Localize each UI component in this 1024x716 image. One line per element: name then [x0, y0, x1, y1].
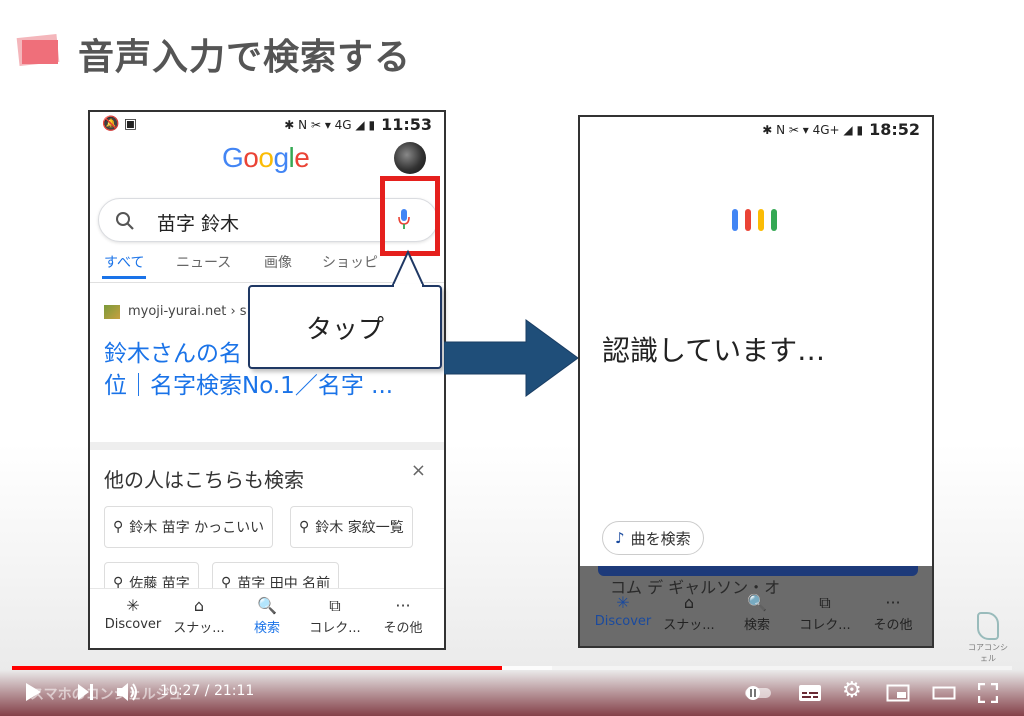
voice-activity-icon [732, 209, 777, 231]
dimmed-background: コム デ ギャルソン・オ ✳ Discover ⌂ スナッ... 🔍 検索 ⧉ … [580, 566, 932, 646]
status-icons: ✱ N ✂ ▾ 4G ◢ ▮ [284, 117, 376, 132]
video-frame[interactable]: 音声入力で検索する 🔕 ▣ ✱ N ✂ ▾ 4G ◢ ▮ 11:53 Googl… [0, 0, 1024, 716]
search-icon: ⚲ [113, 519, 124, 535]
nav-snapshot[interactable]: ⌂ スナッ... [164, 596, 234, 637]
nav-search[interactable]: 🔍 検索 [232, 596, 302, 637]
logo-icon [977, 612, 999, 640]
status-right: ✱ N ✂ ▾ 4G+ ◢ ▮ 18:52 [762, 120, 920, 139]
settings-gear-icon[interactable]: ⚙ [842, 679, 862, 703]
discover-icon: ✳ [616, 593, 630, 612]
nav-label: Discover [104, 617, 162, 632]
search-query: 苗字 鈴木 [157, 213, 240, 235]
song-chip-label: 曲を検索 [630, 529, 691, 548]
more-icon: ··· [885, 593, 901, 612]
mic-highlight-box [380, 176, 440, 256]
discover-icon: ✳ [126, 596, 140, 615]
chip-label: 鈴木 苗字 かっこいい [129, 520, 265, 536]
related-search-chip[interactable]: ⚲ 鈴木 苗字 かっこいい [104, 506, 274, 548]
nav-label: 検索 [743, 618, 770, 633]
tab-all[interactable]: すべて [104, 252, 144, 272]
nav-label: 検索 [253, 621, 280, 636]
search-tabs: すべて ニュース 画像 ショッピ [90, 252, 444, 279]
section-separator [90, 442, 444, 450]
status-time: 18:52 [869, 120, 920, 139]
snapshot-icon: ⌂ [193, 596, 205, 615]
player-controls: スマホのコンシェルジュ 10:27 / 21:11 ⚙ [0, 670, 1024, 716]
voice-dot [732, 209, 738, 231]
status-time: 11:53 [381, 115, 432, 134]
phone-screenshot-search: 🔕 ▣ ✱ N ✂ ▾ 4G ◢ ▮ 11:53 Google 苗字 鈴木 すべ… [88, 110, 446, 650]
result-source[interactable]: myoji-yurai.net › s [104, 304, 247, 319]
avatar[interactable] [394, 142, 426, 174]
collections-icon: ⧉ [819, 593, 831, 612]
divider [90, 282, 444, 283]
nav-label: スナッ... [173, 621, 225, 636]
chip-label: 鈴木 家紋一覧 [315, 520, 404, 536]
tab-images[interactable]: 画像 [264, 252, 292, 272]
close-icon[interactable]: × [411, 460, 426, 481]
search-icon: 🔍 [747, 593, 767, 612]
nav-label: スナッ... [663, 618, 715, 633]
nav-more[interactable]: ··· その他 [858, 593, 928, 634]
watermark-text: コアコンシェル [968, 643, 1008, 663]
fullscreen-icon[interactable] [978, 683, 998, 703]
related-searches-title: 他の人はこちらも検索 [104, 468, 304, 492]
nav-discover[interactable]: ✳ Discover [588, 593, 658, 630]
status-icons: ✱ N ✂ ▾ 4G+ ◢ ▮ [762, 122, 864, 137]
autoplay-toggle-icon[interactable] [744, 685, 772, 701]
miniplayer-icon[interactable] [886, 684, 910, 702]
right-arrow-icon [444, 319, 579, 397]
tab-shopping[interactable]: ショッピ [322, 252, 378, 272]
nav-snapshot[interactable]: ⌂ スナッ... [654, 593, 724, 634]
nav-label: その他 [873, 618, 913, 633]
nav-label: コレク... [309, 621, 361, 636]
voice-dot [771, 209, 777, 231]
status-left-icons: 🔕 ▣ [102, 116, 138, 132]
slide-title: 音声入力で検索する [78, 37, 412, 78]
site-favicon-icon [104, 304, 120, 319]
subtitles-icon[interactable] [798, 684, 822, 702]
channel-watermark[interactable]: コアコンシェル [966, 612, 1010, 663]
nav-label: コレク... [799, 618, 851, 633]
nav-discover[interactable]: ✳ Discover [98, 596, 168, 633]
bottom-navigation: ✳ Discover ⌂ スナッ... 🔍 検索 ⧉ コレク... ··· その… [90, 588, 444, 648]
related-search-chip[interactable]: ⚲ 鈴木 家紋一覧 [290, 506, 413, 548]
collections-icon: ⧉ [329, 596, 341, 615]
voice-dot [758, 209, 764, 231]
tab-news[interactable]: ニュース [176, 252, 231, 272]
nav-label: Discover [594, 614, 652, 629]
result-url: myoji-yurai.net › s [128, 304, 247, 319]
google-logo: Google [222, 142, 310, 173]
volume-icon[interactable] [116, 681, 140, 703]
voice-dot [745, 209, 751, 231]
nav-search[interactable]: 🔍 検索 [722, 593, 792, 634]
nav-collections[interactable]: ⧉ コレク... [300, 596, 370, 637]
recognizing-text: 認識しています… [602, 334, 826, 367]
status-bar: 🔕 ▣ ✱ N ✂ ▾ 4G ◢ ▮ 11:53 [90, 112, 444, 138]
search-icon [116, 212, 134, 230]
status-right: ✱ N ✂ ▾ 4G ◢ ▮ 11:53 [284, 115, 432, 134]
status-bar: ✱ N ✂ ▾ 4G+ ◢ ▮ 18:52 [580, 117, 932, 143]
tap-callout: タップ [248, 285, 442, 369]
time-display: 10:27 / 21:11 [160, 683, 255, 699]
snapshot-icon: ⌂ [683, 593, 695, 612]
search-icon: 🔍 [257, 596, 277, 615]
play-icon[interactable] [24, 682, 42, 702]
callout-label: タップ [305, 315, 384, 345]
nav-more[interactable]: ··· その他 [368, 596, 438, 637]
more-icon: ··· [395, 596, 411, 615]
search-icon: ⚲ [299, 519, 310, 535]
phone-screenshot-voice: ✱ N ✂ ▾ 4G+ ◢ ▮ 18:52 認識しています… ♪ 曲を検索 コム… [578, 115, 934, 648]
music-note-icon: ♪ [615, 529, 625, 547]
nav-collections[interactable]: ⧉ コレク... [790, 593, 860, 634]
title-accent [22, 40, 58, 64]
bottom-navigation: ✳ Discover ⌂ スナッ... 🔍 検索 ⧉ コレク... ··· その… [580, 586, 932, 646]
nav-label: その他 [383, 621, 423, 636]
next-icon[interactable] [76, 683, 94, 701]
theater-mode-icon[interactable] [932, 684, 956, 702]
search-song-button[interactable]: ♪ 曲を検索 [602, 521, 704, 555]
active-tab-indicator [102, 276, 146, 279]
